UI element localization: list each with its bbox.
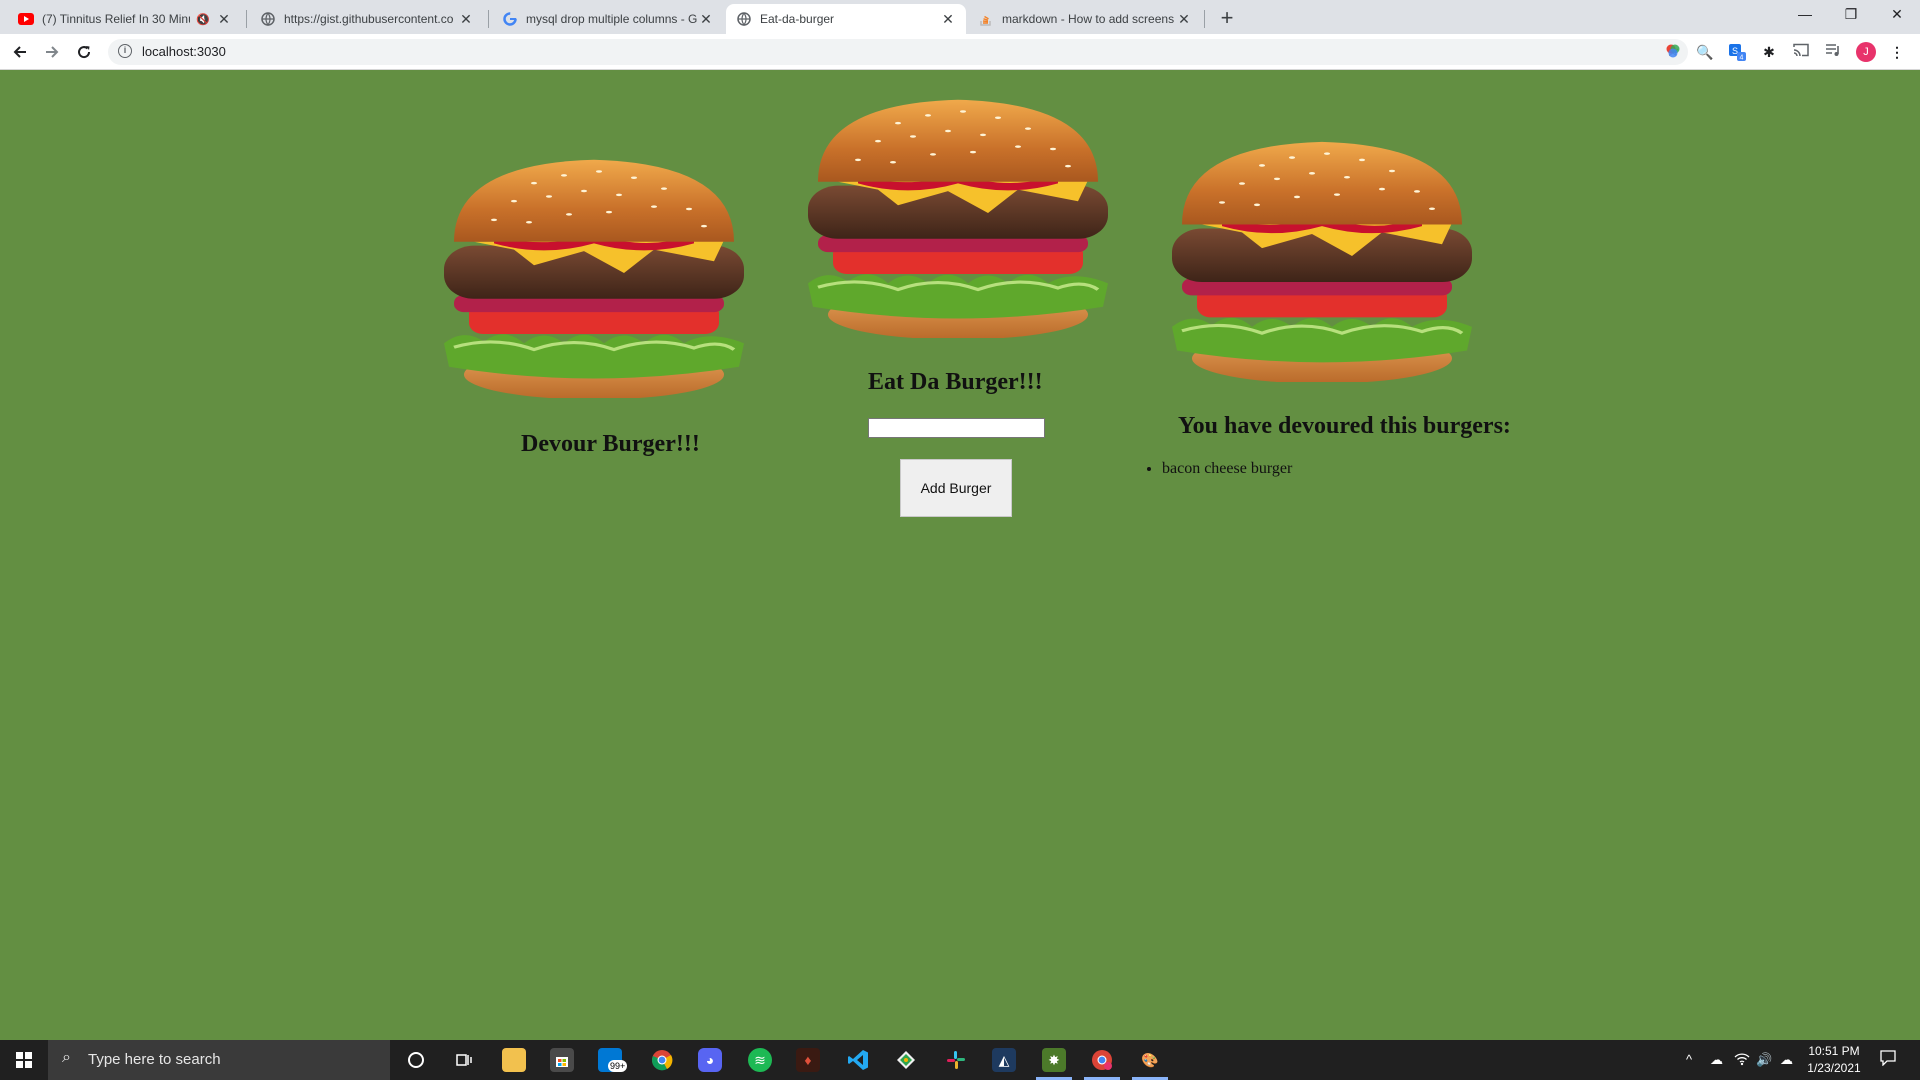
close-window-button[interactable]: ✕ [1874, 0, 1920, 30]
reload-button[interactable] [72, 40, 96, 64]
globe-icon [736, 11, 752, 27]
info-icon[interactable]: i [118, 44, 132, 58]
store-icon[interactable] [550, 1048, 574, 1072]
windows-logo-icon [16, 1052, 32, 1068]
tab-eat-da-burger[interactable]: Eat-da-burger ✕ [726, 4, 966, 34]
stackoverflow-icon [978, 11, 994, 27]
burger-image-left [424, 148, 764, 398]
tab-divider [246, 10, 247, 28]
start-button[interactable] [0, 1040, 48, 1080]
tab-title: mysql drop multiple columns - G [526, 12, 698, 26]
burger-name-input[interactable] [868, 418, 1045, 438]
spotify-icon[interactable]: ≋ [748, 1048, 772, 1072]
burger-image-right [1152, 130, 1492, 382]
gitkraken-icon[interactable] [894, 1048, 918, 1072]
close-icon[interactable]: ✕ [216, 11, 232, 27]
vscode-icon[interactable] [846, 1048, 870, 1072]
devoured-heading: You have devoured this burgers: [1178, 413, 1511, 439]
close-icon[interactable]: ✕ [698, 11, 714, 27]
new-tab-button[interactable]: + [1214, 6, 1240, 32]
close-icon[interactable]: ✕ [1176, 11, 1192, 27]
search-icon: ⌕ [62, 1049, 71, 1066]
wifi-icon[interactable] [1734, 1052, 1750, 1069]
tab-divider [1204, 10, 1205, 28]
system-clock[interactable]: 10:51 PM 1/23/2021 [1800, 1043, 1868, 1077]
back-button[interactable] [8, 40, 32, 64]
restore-button[interactable]: ❐ [1828, 0, 1874, 30]
translate-extension-icon[interactable]: S4 [1728, 43, 1746, 62]
globe-icon [260, 11, 276, 27]
address-url: localhost:3030 [142, 44, 226, 59]
tab-stackoverflow[interactable]: markdown - How to add screens ✕ [968, 4, 1202, 34]
color-extension-icon[interactable] [1664, 43, 1682, 61]
minimize-button[interactable]: — [1782, 0, 1828, 30]
extensions-puzzle-icon[interactable]: ✱ [1760, 43, 1778, 61]
extension-badge: 4 [1740, 55, 1744, 62]
tab-google-search[interactable]: mysql drop multiple columns - G ✕ [492, 4, 724, 34]
profile-avatar[interactable]: J [1856, 42, 1876, 62]
chrome-profile-icon[interactable] [1090, 1048, 1114, 1072]
close-icon[interactable]: ✕ [940, 11, 956, 27]
search-placeholder: Type here to search [88, 1051, 221, 1068]
devoured-list-item: bacon cheese burger [1162, 460, 1292, 478]
devoured-list: bacon cheese burger [1162, 460, 1292, 478]
google-icon [502, 11, 518, 27]
chrome-icon[interactable] [650, 1048, 674, 1072]
tab-title: https://gist.githubusercontent.co [284, 12, 454, 26]
paint-icon[interactable]: 🎨 [1138, 1048, 1162, 1072]
mail-icon[interactable]: 99+ [598, 1048, 628, 1072]
notification-icon[interactable] [1880, 1050, 1896, 1069]
tab-title: markdown - How to add screens [1002, 12, 1175, 26]
chevron-up-icon[interactable]: ^ [1686, 1052, 1692, 1067]
tab-title: Eat-da-burger [760, 12, 835, 26]
tab-title: (7) Tinnitus Relief In 30 Minu [42, 12, 191, 26]
youtube-icon [18, 11, 34, 27]
browser-toolbar: i localhost:3030 ☆ 🔍 S4 ✱ J ⋮ [0, 34, 1920, 70]
key-extension-icon[interactable]: 🔍 [1696, 43, 1714, 61]
onedrive-cloud-icon[interactable]: ☁ [1710, 1052, 1723, 1068]
tab-gist[interactable]: https://gist.githubusercontent.co ✕ [250, 4, 484, 34]
address-bar[interactable]: i localhost:3030 ☆ [108, 39, 1688, 65]
cloud-upload-icon[interactable]: ☁ [1780, 1052, 1793, 1068]
tab-divider [488, 10, 489, 28]
mail-badge: 99+ [608, 1060, 628, 1072]
taskbar-search[interactable]: ⌕ Type here to search [48, 1040, 390, 1080]
tab-strip: (7) Tinnitus Relief In 30 Minu 🔇 ✕ https… [0, 0, 1920, 34]
cortana-icon[interactable] [404, 1048, 428, 1072]
volume-icon[interactable]: 🔊 [1756, 1052, 1772, 1068]
forward-button[interactable] [40, 40, 64, 64]
discord-icon[interactable]: ◕ [698, 1048, 722, 1072]
burger-app-icon[interactable]: ✸ [1042, 1048, 1066, 1072]
close-icon[interactable]: ✕ [458, 11, 474, 27]
file-explorer-icon[interactable] [502, 1048, 526, 1072]
slack-icon[interactable] [944, 1048, 968, 1072]
add-burger-button[interactable]: Add Burger [900, 459, 1012, 517]
burger-image-center [788, 88, 1128, 338]
clock-date: 1/23/2021 [1807, 1061, 1861, 1075]
clock-time: 10:51 PM [1808, 1044, 1860, 1058]
menu-kebab-icon[interactable]: ⋮ [1888, 43, 1906, 61]
game-launcher-icon[interactable]: ♦ [796, 1048, 820, 1072]
media-queue-icon[interactable] [1824, 43, 1842, 61]
mysql-workbench-icon[interactable]: ◭ [992, 1048, 1016, 1072]
task-view-icon[interactable] [452, 1048, 476, 1072]
windows-taskbar: ⌕ Type here to search 99+ ◕ ≋ ♦ ◭ ✸ 🎨 ^ … [0, 1040, 1920, 1080]
page-title: Eat Da Burger!!! [868, 369, 1043, 395]
cast-icon[interactable] [1792, 43, 1810, 61]
speaker-muted-icon[interactable]: 🔇 [196, 13, 210, 26]
devour-heading: Devour Burger!!! [521, 431, 700, 457]
tab-tinnitus[interactable]: (7) Tinnitus Relief In 30 Minu 🔇 ✕ [8, 4, 242, 34]
